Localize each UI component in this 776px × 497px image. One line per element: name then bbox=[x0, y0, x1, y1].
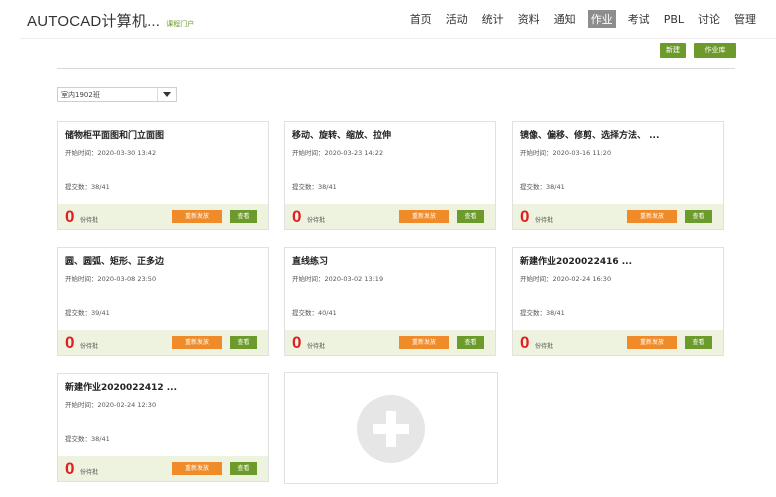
resend-button[interactable]: 重新发放 bbox=[399, 210, 449, 223]
view-button[interactable]: 查看 bbox=[457, 336, 484, 349]
nav-pbl[interactable]: PBL bbox=[662, 12, 686, 27]
pending-label: 份待批 bbox=[307, 217, 326, 224]
nav-materials[interactable]: 资料 bbox=[516, 10, 542, 28]
pending-label: 份待批 bbox=[535, 343, 554, 350]
pending-count: 0 bbox=[65, 207, 75, 226]
resend-button[interactable]: 重新发放 bbox=[627, 336, 677, 349]
dropdown-arrow-icon[interactable] bbox=[157, 88, 176, 101]
assignment-submit-count: 提交数：38/41 bbox=[520, 183, 565, 191]
pending-label: 份待批 bbox=[535, 217, 554, 224]
assignment-title[interactable]: 镜像、偏移、修剪、选择方法、 ... bbox=[520, 128, 659, 141]
assignment-footer: 0 份待批 重新发放 查看 bbox=[58, 330, 268, 355]
top-bar: AUTOCAD计算机... 课程门户 首页 活动 统计 资料 通知 作业 考试 … bbox=[0, 0, 776, 38]
assignment-title[interactable]: 直线练习 bbox=[292, 254, 328, 267]
assignment-start-time: 开始时间：2020-02-24 12:30 bbox=[65, 401, 157, 409]
assignment-card[interactable]: 新建作业2020022416 ... 开始时间：2020-02-24 16:30… bbox=[512, 247, 724, 356]
course-title: AUTOCAD计算机... bbox=[27, 13, 161, 30]
assignment-start-time: 开始时间：2020-02-24 16:30 bbox=[520, 275, 612, 283]
assignment-title[interactable]: 新建作业2020022412 ... bbox=[65, 380, 177, 393]
assignment-actions: 新建 作业库 bbox=[652, 43, 736, 58]
class-select-value: 室内1902班 bbox=[61, 91, 100, 99]
assignment-submit-count: 提交数：38/41 bbox=[65, 435, 110, 443]
assignment-title[interactable]: 储物柜平面图和门立面图 bbox=[65, 128, 164, 141]
resend-button[interactable]: 重新发放 bbox=[627, 210, 677, 223]
view-button[interactable]: 查看 bbox=[230, 210, 257, 223]
nav-manage[interactable]: 管理 bbox=[732, 10, 758, 28]
assignment-submit-count: 提交数：38/41 bbox=[292, 183, 337, 191]
assignment-start-time: 开始时间：2020-03-30 13:42 bbox=[65, 149, 157, 157]
pending-count: 0 bbox=[292, 333, 302, 352]
view-button[interactable]: 查看 bbox=[685, 210, 712, 223]
header-divider bbox=[20, 38, 776, 39]
assignment-footer: 0 份待批 重新发放 查看 bbox=[58, 204, 268, 229]
resend-button[interactable]: 重新发放 bbox=[399, 336, 449, 349]
pending-count: 0 bbox=[520, 207, 530, 226]
resend-button[interactable]: 重新发放 bbox=[172, 336, 222, 349]
nav-assignments[interactable]: 作业 bbox=[587, 10, 616, 28]
nav-statistics[interactable]: 统计 bbox=[480, 10, 506, 28]
assignment-card[interactable]: 直线练习 开始时间：2020-03-02 13:19 提交数：40/41 0 份… bbox=[284, 247, 496, 356]
pending-label: 份待批 bbox=[307, 343, 326, 350]
pending-count: 0 bbox=[65, 333, 75, 352]
pending-label: 份待批 bbox=[80, 469, 99, 476]
pending-count: 0 bbox=[65, 459, 75, 478]
assignment-submit-count: 提交数：39/41 bbox=[65, 309, 110, 317]
nav-exams[interactable]: 考试 bbox=[626, 10, 652, 28]
add-assignment-card[interactable] bbox=[284, 372, 498, 484]
assignment-library-button[interactable]: 作业库 bbox=[694, 43, 736, 58]
new-assignment-button[interactable]: 新建 bbox=[660, 43, 686, 58]
class-select[interactable]: 室内1902班 bbox=[57, 87, 177, 102]
content-divider bbox=[57, 68, 735, 69]
assignment-footer: 0 份待批 重新发放 查看 bbox=[58, 456, 268, 481]
assignment-submit-count: 提交数：38/41 bbox=[520, 309, 565, 317]
assignment-footer: 0 份待批 重新发放 查看 bbox=[513, 204, 723, 229]
nav-activity[interactable]: 活动 bbox=[444, 10, 470, 28]
nav-discussion[interactable]: 讨论 bbox=[696, 10, 722, 28]
nav-notices[interactable]: 通知 bbox=[552, 10, 578, 28]
assignment-card[interactable]: 移动、旋转、缩放、拉伸 开始时间：2020-03-23 14:22 提交数：38… bbox=[284, 121, 496, 230]
assignment-footer: 0 份待批 重新发放 查看 bbox=[285, 204, 495, 229]
assignment-start-time: 开始时间：2020-03-16 11:20 bbox=[520, 149, 612, 157]
view-button[interactable]: 查看 bbox=[230, 462, 257, 475]
assignment-card[interactable]: 新建作业2020022412 ... 开始时间：2020-02-24 12:30… bbox=[57, 373, 269, 482]
assignment-submit-count: 提交数：38/41 bbox=[65, 183, 110, 191]
view-button[interactable]: 查看 bbox=[457, 210, 484, 223]
pending-count: 0 bbox=[520, 333, 530, 352]
view-button[interactable]: 查看 bbox=[230, 336, 257, 349]
assignment-start-time: 开始时间：2020-03-23 14:22 bbox=[292, 149, 384, 157]
assignment-footer: 0 份待批 重新发放 查看 bbox=[285, 330, 495, 355]
course-portal-label[interactable]: 课程门户 bbox=[166, 20, 194, 28]
assignment-card[interactable]: 储物柜平面图和门立面图 开始时间：2020-03-30 13:42 提交数：38… bbox=[57, 121, 269, 230]
resend-button[interactable]: 重新发放 bbox=[172, 462, 222, 475]
assignment-start-time: 开始时间：2020-03-08 23:50 bbox=[65, 275, 157, 283]
pending-label: 份待批 bbox=[80, 217, 99, 224]
course-brand[interactable]: AUTOCAD计算机... 课程门户 bbox=[27, 10, 194, 31]
assignment-start-time: 开始时间：2020-03-02 13:19 bbox=[292, 275, 384, 283]
assignment-title[interactable]: 移动、旋转、缩放、拉伸 bbox=[292, 128, 391, 141]
pending-count: 0 bbox=[292, 207, 302, 226]
nav-home[interactable]: 首页 bbox=[408, 10, 434, 28]
assignment-card[interactable]: 圆、圆弧、矩形、正多边 开始时间：2020-03-08 23:50 提交数：39… bbox=[57, 247, 269, 356]
pending-label: 份待批 bbox=[80, 343, 99, 350]
plus-icon[interactable] bbox=[357, 395, 425, 463]
assignment-footer: 0 份待批 重新发放 查看 bbox=[513, 330, 723, 355]
resend-button[interactable]: 重新发放 bbox=[172, 210, 222, 223]
assignment-card[interactable]: 镜像、偏移、修剪、选择方法、 ... 开始时间：2020-03-16 11:20… bbox=[512, 121, 724, 230]
view-button[interactable]: 查看 bbox=[685, 336, 712, 349]
assignment-title[interactable]: 圆、圆弧、矩形、正多边 bbox=[65, 254, 164, 267]
assignment-title[interactable]: 新建作业2020022416 ... bbox=[520, 254, 632, 267]
assignment-submit-count: 提交数：40/41 bbox=[292, 309, 337, 317]
main-nav: 首页 活动 统计 资料 通知 作业 考试 PBL 讨论 管理 bbox=[398, 10, 758, 28]
